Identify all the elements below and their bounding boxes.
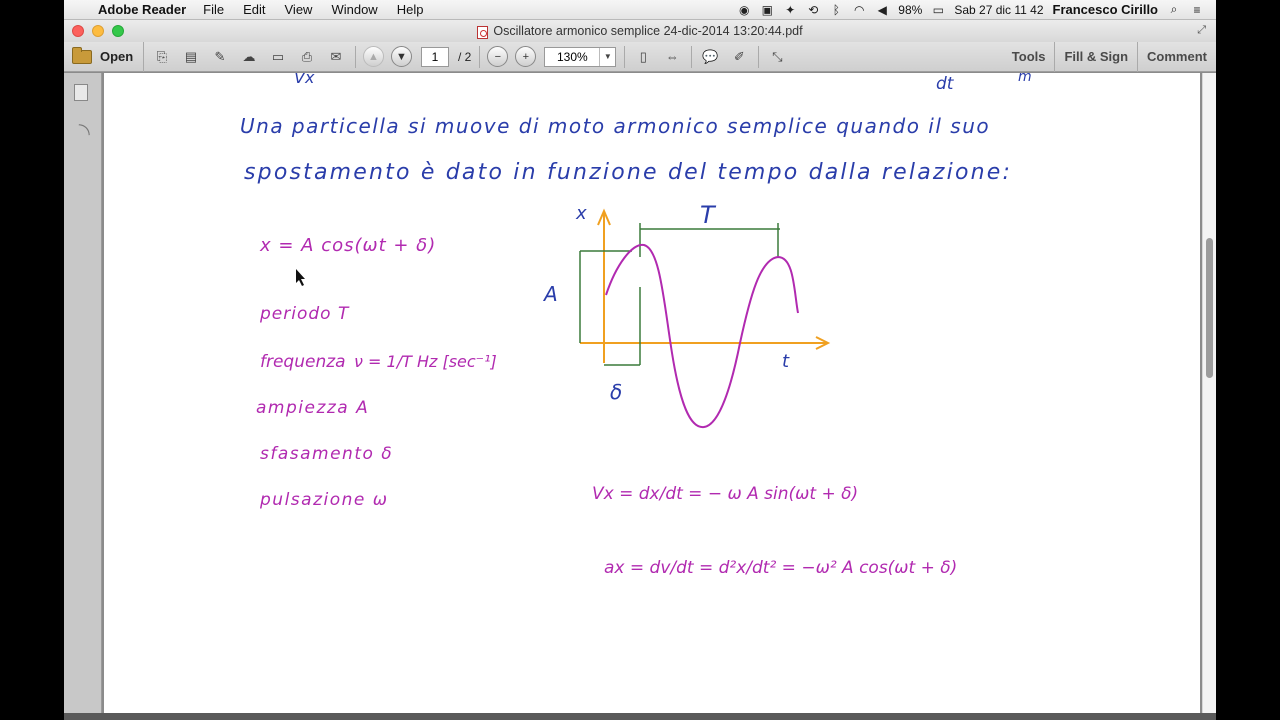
window-controls	[72, 25, 124, 37]
volume-icon[interactable]: ◀	[875, 3, 889, 17]
top-fragment-dt: dt	[936, 74, 955, 94]
scrollbar-thumb[interactable]	[1206, 238, 1213, 378]
frequenza-formula: ν = 1/T Hz [sec⁻¹]	[354, 352, 497, 371]
toolbar-right-links: Tools Fill & Sign Comment	[1003, 41, 1216, 72]
attachments-icon[interactable]: ⌒	[68, 118, 96, 146]
frequenza-label: frequenza	[260, 352, 346, 372]
window-title: Oscillatore armonico semplice 24-dic-201…	[493, 24, 803, 38]
zoom-value: 130%	[556, 49, 588, 64]
velocity-formula: Vx = dx/dt = − ω A sin(ωt + δ)	[592, 484, 858, 504]
app-name-menu[interactable]: Adobe Reader	[98, 2, 186, 17]
pdf-page: Vx dt m Una particella si muove di moto …	[104, 73, 1200, 713]
page-total: / 2	[458, 49, 472, 64]
zoom-in-button[interactable]: +	[515, 46, 537, 67]
menu-view[interactable]: View	[285, 2, 313, 17]
toolbar-divider	[479, 45, 481, 68]
mouse-cursor-icon	[296, 269, 305, 286]
user-menu[interactable]: Francesco Cirillo	[1053, 2, 1158, 17]
toolbar-divider	[758, 45, 760, 68]
window-titlebar: Oscillatore armonico semplice 24-dic-201…	[64, 20, 1216, 42]
text-line-1: Una particella si muove di moto armonico…	[240, 114, 990, 138]
create-pdf-icon[interactable]: ⎘	[151, 46, 173, 68]
vertical-scrollbar[interactable]	[1202, 73, 1216, 713]
export-pdf-icon[interactable]: ▤	[180, 46, 202, 68]
next-page-button[interactable]: ▼	[391, 46, 412, 67]
menu-edit[interactable]: Edit	[243, 2, 265, 17]
ampiezza-label: ampiezza A	[256, 398, 369, 418]
clock[interactable]: Sab 27 dic 11 42	[954, 3, 1043, 17]
fill-sign-button[interactable]: Fill & Sign	[1054, 41, 1137, 72]
top-fragment-m: m	[1018, 73, 1032, 85]
pdf-file-icon	[477, 25, 489, 39]
zoom-select[interactable]: 130% ▼	[544, 46, 617, 67]
graph-t-label: t	[782, 351, 790, 372]
top-fragment-vx: Vx	[294, 73, 315, 87]
folder-icon	[72, 46, 92, 64]
fit-width-icon[interactable]: ⇔	[661, 46, 683, 68]
wifi-icon[interactable]: ◠	[852, 3, 866, 17]
close-window-button[interactable]	[72, 25, 84, 37]
handwritten-notes: Vx dt m Una particella si muove di moto …	[240, 73, 1032, 578]
screen: Adobe Reader File Edit View Window Help …	[64, 0, 1216, 720]
dropbox-icon[interactable]: ✦	[783, 3, 797, 17]
lock-icon[interactable]: ▣	[760, 3, 774, 17]
fit-page-icon[interactable]: ▯	[632, 46, 654, 68]
status-area: ◉ ▣ ✦ ⟲ ᛒ ◠ ◀ 98% ▭ Sab 27 dic 11 42 Fra…	[737, 2, 1216, 17]
equation-x: x = A cos(ωt + δ)	[259, 235, 436, 256]
tools-button[interactable]: Tools	[1003, 42, 1055, 72]
highlight-icon[interactable]: ✐	[728, 46, 750, 68]
toolbar-divider	[691, 45, 693, 68]
record-icon[interactable]: ◉	[737, 3, 751, 17]
open-label: Open	[100, 49, 134, 64]
cosine-curve	[605, 243, 799, 429]
zoom-out-button[interactable]: −	[487, 46, 509, 67]
save-icon[interactable]: ▭	[267, 46, 289, 68]
battery-icon[interactable]: ▭	[931, 3, 945, 17]
mac-menubar: Adobe Reader File Edit View Window Help …	[64, 0, 1216, 20]
read-mode-icon[interactable]: ⤡	[766, 46, 788, 68]
menu-window[interactable]: Window	[331, 2, 377, 17]
navigation-pane: ⌒	[64, 73, 102, 720]
zoom-window-button[interactable]	[112, 25, 124, 37]
battery-percent[interactable]: 98%	[898, 3, 922, 17]
acceleration-formula: ax = dv/dt = d²x/dt² = −ω² A cos(ωt + δ)	[604, 558, 957, 578]
print-icon[interactable]: ⎙	[296, 46, 318, 68]
email-icon[interactable]: ✉	[325, 46, 347, 68]
toolbar-divider	[624, 45, 626, 68]
page-number-input[interactable]: 1	[421, 46, 449, 67]
spotlight-search-icon[interactable]: ⌕	[1167, 2, 1181, 17]
sticky-note-icon[interactable]: 💬	[699, 46, 721, 68]
previous-page-button[interactable]: ▲	[363, 46, 384, 67]
pulsazione-label: pulsazione ω	[259, 490, 388, 510]
graph-period-label: T	[700, 201, 717, 229]
menu-help[interactable]: Help	[397, 2, 424, 17]
menu-file[interactable]: File	[203, 2, 224, 17]
periodo-label: periodo T	[259, 304, 350, 324]
sfasamento-label: sfasamento δ	[260, 444, 393, 464]
notifications-icon[interactable]: ≡	[1190, 3, 1204, 17]
time-machine-icon[interactable]: ⟲	[806, 3, 820, 17]
page-thumbnails-icon[interactable]	[74, 84, 88, 101]
toolbar-divider	[355, 45, 356, 68]
cloud-upload-icon[interactable]: ☁	[238, 46, 260, 68]
graph-x-label: x	[575, 203, 587, 224]
open-button[interactable]: Open	[64, 41, 144, 72]
chevron-down-icon[interactable]: ▼	[599, 47, 615, 66]
reader-toolbar: Open ⎘ ▤ ✎ ☁ ▭ ⎙ ✉ ▲ ▼ 1 / 2 − + 130% ▼ …	[64, 41, 1216, 72]
edit-pdf-icon[interactable]: ✎	[209, 46, 231, 68]
fullscreen-icon[interactable]: ⤢	[1197, 24, 1206, 37]
text-line-2: spostamento è dato in funzione del tempo…	[244, 160, 1012, 185]
bottom-edge	[64, 713, 1216, 720]
graph-amplitude-label: A	[542, 282, 558, 306]
comment-button[interactable]: Comment	[1137, 41, 1216, 72]
minimize-window-button[interactable]	[92, 25, 104, 37]
graph-phase-label: δ	[610, 380, 622, 404]
bluetooth-icon[interactable]: ᛒ	[829, 3, 843, 17]
